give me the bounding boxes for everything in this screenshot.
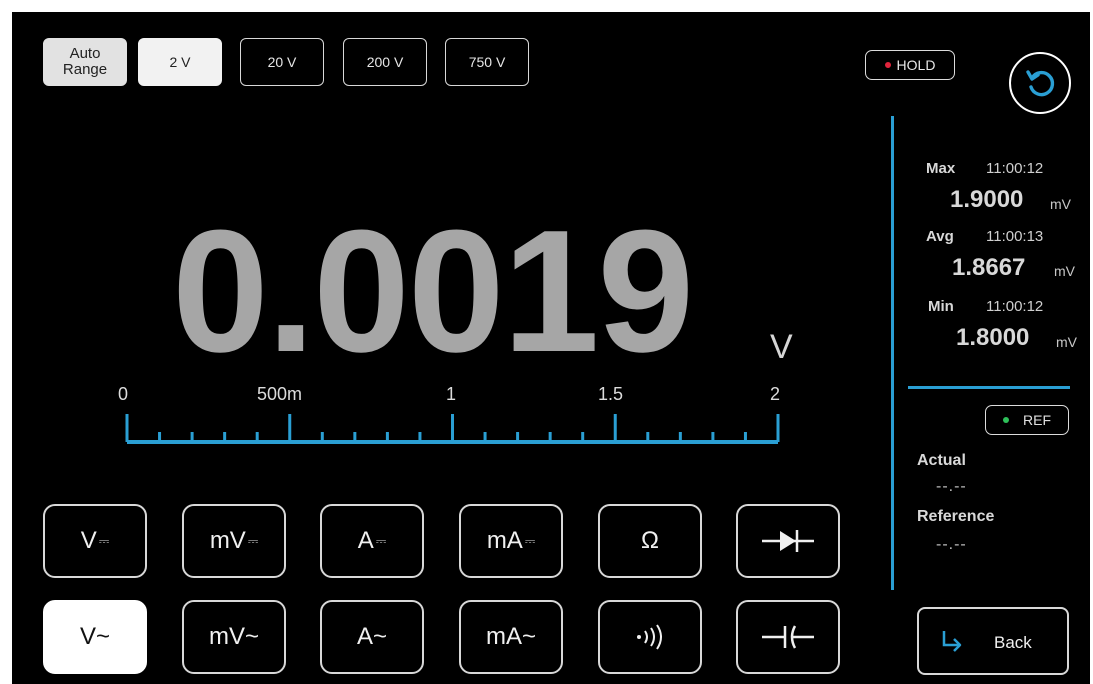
ref-label: REF [1023,412,1051,428]
hold-indicator-dot [884,62,891,68]
panel-divider-horizontal [908,386,1070,389]
ma-ac-button[interactable]: mA~ [459,600,563,674]
capacitance-button[interactable] [736,600,840,674]
meter-screen: Auto Range 2 V 20 V 200 V 750 V HOLD Max… [12,12,1090,684]
max-time: 11:00:12 [986,160,1044,177]
v-ac-button[interactable]: V~ [43,600,147,674]
avg-time: 11:00:13 [986,228,1044,245]
mv-dc-label: mV [209,527,246,554]
hold-button[interactable]: HOLD [865,50,955,80]
main-reading: 0.0019 [172,193,694,388]
reset-button[interactable] [1009,52,1071,114]
avg-unit: mV [1054,263,1075,279]
range-750v-label: 750 V [468,54,506,70]
auto-range-label-line1: Auto [69,45,101,62]
ma-dc-button[interactable]: mA ⎓ [459,504,563,578]
scale-label-2: 2 [770,384,781,404]
mv-ac-button[interactable]: mV~ [182,600,286,674]
min-label: Min [928,298,954,315]
min-value: 1.8000 [956,324,1030,351]
ohm-button[interactable]: Ω [598,504,702,578]
diode-button[interactable] [736,504,840,578]
a-ac-button[interactable]: A~ [320,600,424,674]
a-ac-label: A~ [356,623,388,650]
scale-label-1: 1 [446,384,457,404]
ref-indicator-dot [1003,417,1009,423]
auto-range-button[interactable]: Auto Range [43,38,127,86]
analog-scale-bar [125,414,780,444]
range-200v-label: 200 V [366,54,404,70]
dc-symbol: ⎓ [524,533,536,548]
return-arrow-icon [942,631,962,652]
scale-label-1-5: 1.5 [598,384,624,404]
continuity-button[interactable] [598,600,702,674]
avg-value: 1.8667 [952,254,1026,281]
reading-unit: V [770,328,793,366]
range-2v-label: 2 V [169,54,191,70]
actual-label: Actual [917,452,966,469]
reference-label: Reference [917,508,995,525]
mv-ac-label: mV~ [208,623,259,650]
actual-value: --.-- [936,478,967,495]
range-2v-button[interactable]: 2 V [138,38,222,86]
a-dc-button[interactable]: A ⎓ [320,504,424,578]
dc-symbol: ⎓ [247,533,259,548]
v-dc-label: V [80,527,97,554]
diode-icon [762,530,814,552]
continuity-sound-icon [637,624,662,650]
dc-symbol: ⎓ [375,533,387,548]
v-ac-label: V~ [79,623,111,650]
avg-label: Avg [926,228,954,245]
reference-value: --.-- [936,536,967,553]
panel-divider-vertical [891,116,894,590]
ma-dc-label: mA [486,527,523,554]
scale-label-500m: 500m [257,384,303,404]
mv-dc-button[interactable]: mV ⎓ [182,504,286,578]
ref-button[interactable]: REF [985,405,1069,435]
range-750v-button[interactable]: 750 V [445,38,529,86]
min-unit: mV [1056,334,1077,350]
min-time: 11:00:12 [986,298,1044,315]
max-label: Max [926,160,956,177]
hold-label: HOLD [896,57,936,73]
ohm-label: Ω [641,527,659,554]
capacitor-icon [762,625,814,649]
scale-label-0: 0 [118,384,129,404]
range-20v-label: 20 V [267,54,297,70]
dc-symbol: ⎓ [98,533,110,548]
auto-range-label-line2: Range [62,61,108,78]
v-dc-button[interactable]: V ⎓ [43,504,147,578]
ma-ac-label: mA~ [485,623,536,650]
range-200v-button[interactable]: 200 V [343,38,427,86]
reset-icon [1026,70,1055,97]
max-value: 1.9000 [950,186,1024,213]
range-20v-button[interactable]: 20 V [240,38,324,86]
max-unit: mV [1050,196,1071,212]
back-label: Back [994,633,1032,652]
a-dc-label: A [357,527,374,554]
back-button[interactable]: Back [917,607,1069,675]
